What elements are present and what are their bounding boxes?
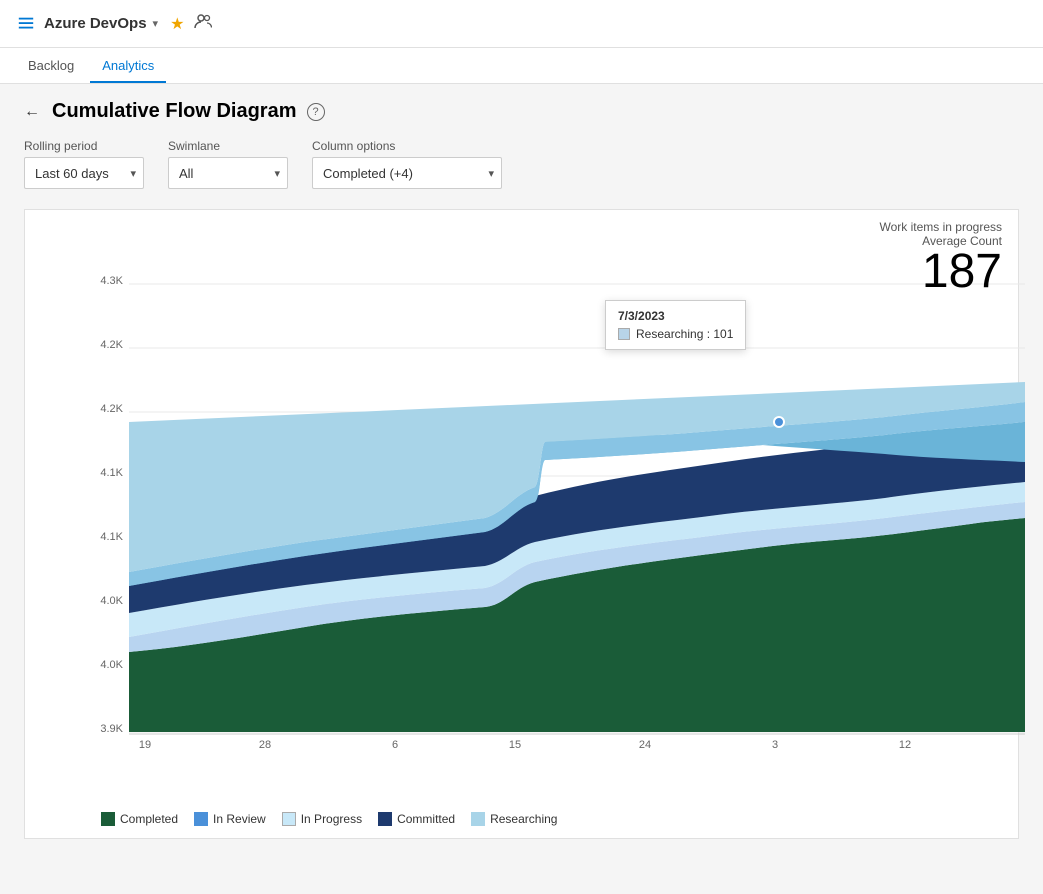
chart-container: Work items in progress Average Count 187… bbox=[24, 209, 1019, 839]
nav-tabs: Backlog Analytics bbox=[0, 48, 1043, 84]
page-header: ← Cumulative Flow Diagram ? bbox=[24, 100, 1019, 123]
legend-color-researching bbox=[471, 812, 485, 826]
svg-text:4.3K: 4.3K bbox=[100, 275, 123, 287]
legend-item-completed: Completed bbox=[101, 812, 178, 826]
svg-text:24: 24 bbox=[639, 739, 651, 751]
svg-text:12: 12 bbox=[899, 739, 911, 751]
chevron-down-icon[interactable]: ▾ bbox=[153, 17, 159, 30]
legend-color-in-progress bbox=[282, 812, 296, 826]
swimlane-group: Swimlane All ▾ bbox=[168, 139, 288, 189]
legend-label-researching: Researching bbox=[490, 812, 557, 826]
rolling-period-label: Rolling period bbox=[24, 139, 144, 153]
tab-backlog[interactable]: Backlog bbox=[16, 50, 86, 83]
legend-label-completed: Completed bbox=[120, 812, 178, 826]
rolling-period-select-wrapper: Last 60 days Last 30 days Last 90 days ▾ bbox=[24, 157, 144, 189]
star-icon[interactable]: ★ bbox=[170, 14, 184, 34]
swimlane-label: Swimlane bbox=[168, 139, 288, 153]
work-items-count: 187 bbox=[880, 248, 1002, 296]
column-options-select[interactable]: Completed (+4) bbox=[312, 157, 502, 189]
legend-color-in-review bbox=[194, 812, 208, 826]
swimlane-select-wrapper: All ▾ bbox=[168, 157, 288, 189]
svg-text:3.9K: 3.9K bbox=[100, 723, 123, 735]
legend-label-committed: Committed bbox=[397, 812, 455, 826]
svg-text:6: 6 bbox=[392, 739, 398, 751]
legend-color-committed bbox=[378, 812, 392, 826]
app-title[interactable]: Azure DevOps bbox=[44, 15, 147, 32]
svg-text:4.0K: 4.0K bbox=[100, 659, 123, 671]
svg-text:4.2K: 4.2K bbox=[100, 339, 123, 351]
legend-color-completed bbox=[101, 812, 115, 826]
back-button[interactable]: ← bbox=[24, 103, 40, 121]
legend-item-committed: Committed bbox=[378, 812, 455, 826]
svg-text:19: 19 bbox=[139, 739, 151, 751]
svg-text:28: 28 bbox=[259, 739, 271, 751]
work-items-label: Work items in progress Average Count bbox=[880, 220, 1002, 248]
people-icon bbox=[194, 12, 212, 35]
legend: Completed In Review In Progress Committe… bbox=[85, 812, 557, 826]
svg-text:3: 3 bbox=[772, 739, 778, 751]
legend-label-in-progress: In Progress bbox=[301, 812, 362, 826]
top-header: Azure DevOps ▾ ★ bbox=[0, 0, 1043, 48]
column-options-group: Column options Completed (+4) ▾ bbox=[312, 139, 502, 189]
column-options-label: Column options bbox=[312, 139, 502, 153]
rolling-period-group: Rolling period Last 60 days Last 30 days… bbox=[24, 139, 144, 189]
page-title: Cumulative Flow Diagram bbox=[52, 100, 297, 123]
legend-label-in-review: In Review bbox=[213, 812, 266, 826]
legend-item-in-review: In Review bbox=[194, 812, 266, 826]
svg-text:4.1K: 4.1K bbox=[100, 531, 123, 543]
svg-text:4.0K: 4.0K bbox=[100, 595, 123, 607]
svg-text:4.2K: 4.2K bbox=[100, 403, 123, 415]
tab-analytics[interactable]: Analytics bbox=[90, 50, 166, 83]
swimlane-select[interactable]: All bbox=[168, 157, 288, 189]
help-icon[interactable]: ? bbox=[307, 103, 325, 121]
controls-row: Rolling period Last 60 days Last 30 days… bbox=[24, 139, 1019, 189]
rolling-period-select[interactable]: Last 60 days Last 30 days Last 90 days bbox=[24, 157, 144, 189]
chart-svg: 3.9K 4.0K 4.0K 4.1K 4.1K 4.2K 4.2K 4.3K bbox=[85, 222, 1025, 752]
legend-item-researching: Researching bbox=[471, 812, 557, 826]
legend-item-in-progress: In Progress bbox=[282, 812, 362, 826]
column-options-select-wrapper: Completed (+4) ▾ bbox=[312, 157, 502, 189]
app-icon bbox=[16, 14, 36, 34]
svg-text:4.1K: 4.1K bbox=[100, 467, 123, 479]
svg-text:15: 15 bbox=[509, 739, 521, 751]
page-content: ← Cumulative Flow Diagram ? Rolling peri… bbox=[0, 84, 1043, 894]
work-items-info: Work items in progress Average Count 187 bbox=[880, 220, 1002, 296]
